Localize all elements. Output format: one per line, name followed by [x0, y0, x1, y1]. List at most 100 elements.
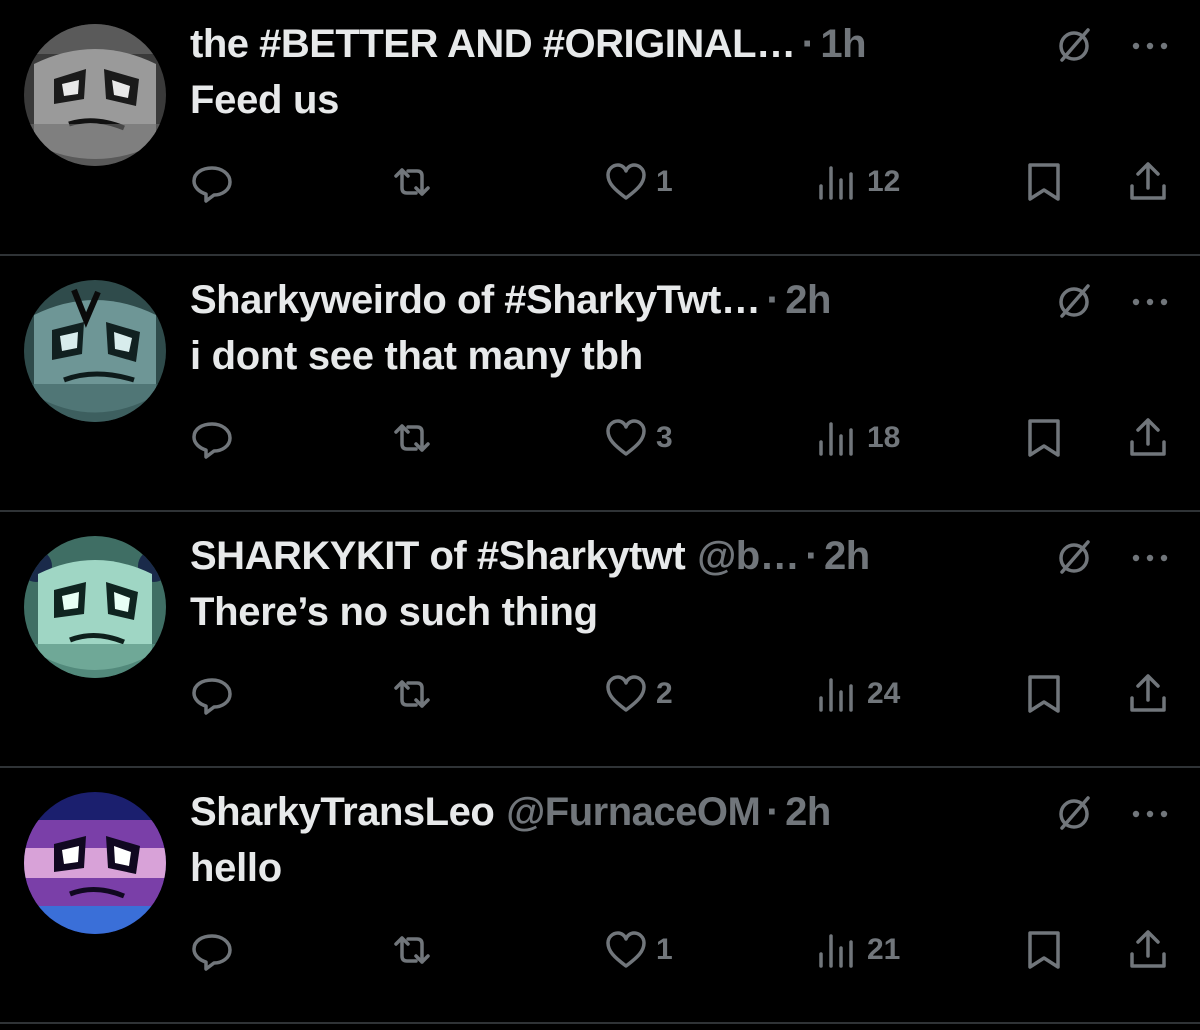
- share-button[interactable]: [1126, 156, 1170, 208]
- avatar[interactable]: [24, 24, 166, 166]
- avatar[interactable]: [24, 536, 166, 678]
- share-icon: [1130, 162, 1166, 200]
- more-icon[interactable]: [1128, 546, 1172, 570]
- view-count: 21: [867, 933, 901, 966]
- display-name[interactable]: the #BETTER AND #ORIGINAL…: [190, 22, 796, 67]
- action-bar: 1 12: [0, 156, 1200, 208]
- bookmark-icon: [1028, 163, 1060, 201]
- action-bar: 1 21: [0, 924, 1200, 976]
- more-icon[interactable]: [1128, 290, 1172, 314]
- timestamp[interactable]: 2h: [824, 534, 870, 579]
- share-button[interactable]: [1126, 412, 1170, 464]
- tweet[interactable]: SHARKYKIT of #Sharkytwt @b… · 2h There’s…: [0, 512, 1200, 768]
- tweet-text: There’s no such thing: [190, 590, 598, 634]
- timestamp[interactable]: 2h: [785, 278, 831, 323]
- handle[interactable]: @FurnaceOM: [506, 790, 761, 835]
- timestamp[interactable]: 2h: [785, 790, 831, 835]
- tweet[interactable]: the #BETTER AND #ORIGINAL… · 1h Feed us …: [0, 0, 1200, 256]
- like-button[interactable]: 1: [604, 924, 673, 976]
- retweet-icon: [394, 424, 430, 452]
- retweet-button[interactable]: [390, 924, 434, 976]
- like-count: 1: [656, 933, 673, 966]
- retweet-button[interactable]: [390, 156, 434, 208]
- handle[interactable]: @b…: [697, 534, 799, 579]
- bookmark-button[interactable]: [1022, 668, 1066, 720]
- views-button[interactable]: 21: [815, 924, 900, 976]
- views-button[interactable]: 24: [815, 668, 900, 720]
- tweet-header: SharkyTransLeo @FurnaceOM · 2h: [190, 786, 831, 838]
- reply-button[interactable]: [190, 412, 234, 464]
- separator-dot: ·: [766, 789, 780, 834]
- bookmark-icon: [1028, 675, 1060, 713]
- share-icon: [1130, 930, 1166, 968]
- share-icon: [1130, 418, 1166, 456]
- share-button[interactable]: [1126, 924, 1170, 976]
- bookmark-button[interactable]: [1022, 924, 1066, 976]
- avatar-image-icon: [24, 280, 166, 422]
- grok-icon[interactable]: [1052, 280, 1096, 324]
- reply-icon: [192, 166, 232, 203]
- like-count: 3: [656, 421, 673, 454]
- like-button[interactable]: 2: [604, 668, 673, 720]
- bookmark-button[interactable]: [1022, 412, 1066, 464]
- avatar-image-icon: [24, 792, 166, 934]
- retweet-button[interactable]: [390, 412, 434, 464]
- bookmark-button[interactable]: [1022, 156, 1066, 208]
- like-icon: [606, 675, 646, 712]
- tweet-header: the #BETTER AND #ORIGINAL… · 1h: [190, 18, 867, 70]
- more-icon[interactable]: [1128, 802, 1172, 826]
- separator-dot: ·: [805, 533, 819, 578]
- share-icon: [1130, 674, 1166, 712]
- separator-dot: ·: [766, 277, 780, 322]
- views-icon: [819, 934, 853, 968]
- display-name[interactable]: SharkyTransLeo: [190, 790, 495, 835]
- like-icon: [606, 163, 646, 200]
- views-button[interactable]: 18: [815, 412, 900, 464]
- share-button[interactable]: [1126, 668, 1170, 720]
- view-count: 12: [867, 165, 901, 198]
- views-icon: [819, 422, 853, 456]
- avatar-image-icon: [24, 536, 166, 678]
- bookmark-icon: [1028, 419, 1060, 457]
- grok-icon[interactable]: [1052, 536, 1096, 580]
- reply-button[interactable]: [190, 924, 234, 976]
- like-icon: [606, 419, 646, 456]
- like-button[interactable]: 3: [604, 412, 673, 464]
- display-name[interactable]: SHARKYKIT of #Sharkytwt: [190, 534, 686, 579]
- view-count: 18: [867, 421, 901, 454]
- views-button[interactable]: 12: [815, 156, 900, 208]
- reply-icon: [192, 934, 232, 971]
- bookmark-icon: [1028, 931, 1060, 969]
- action-bar: 2 24: [0, 668, 1200, 720]
- like-count: 2: [656, 677, 673, 710]
- view-count: 24: [867, 677, 901, 710]
- tweet-header: SHARKYKIT of #Sharkytwt @b… · 2h: [190, 530, 870, 582]
- avatar[interactable]: [24, 792, 166, 934]
- separator-dot: ·: [801, 21, 815, 66]
- views-icon: [819, 678, 853, 712]
- tweet-text: hello: [190, 846, 282, 890]
- like-count: 1: [656, 165, 673, 198]
- timestamp[interactable]: 1h: [820, 22, 866, 67]
- more-icon[interactable]: [1128, 34, 1172, 58]
- views-icon: [819, 166, 853, 200]
- tweet[interactable]: Sharkyweirdo of #SharkyTwt… · 2h i dont …: [0, 256, 1200, 512]
- retweet-button[interactable]: [390, 668, 434, 720]
- reply-button[interactable]: [190, 156, 234, 208]
- grok-icon[interactable]: [1052, 792, 1096, 836]
- reply-button[interactable]: [190, 668, 234, 720]
- display-name[interactable]: Sharkyweirdo of #SharkyTwt…: [190, 278, 761, 323]
- tweet[interactable]: SharkyTransLeo @FurnaceOM · 2h hello 1 2…: [0, 768, 1200, 1024]
- timeline-feed: the #BETTER AND #ORIGINAL… · 1h Feed us …: [0, 0, 1200, 1030]
- retweet-icon: [394, 680, 430, 708]
- action-bar: 3 18: [0, 412, 1200, 464]
- tweet-header: Sharkyweirdo of #SharkyTwt… · 2h: [190, 274, 831, 326]
- avatar[interactable]: [24, 280, 166, 422]
- retweet-icon: [394, 168, 430, 196]
- retweet-icon: [394, 936, 430, 964]
- tweet-text: i dont see that many tbh: [190, 334, 643, 378]
- like-button[interactable]: 1: [604, 156, 673, 208]
- grok-icon[interactable]: [1052, 24, 1096, 68]
- reply-icon: [192, 422, 232, 459]
- like-icon: [606, 931, 646, 968]
